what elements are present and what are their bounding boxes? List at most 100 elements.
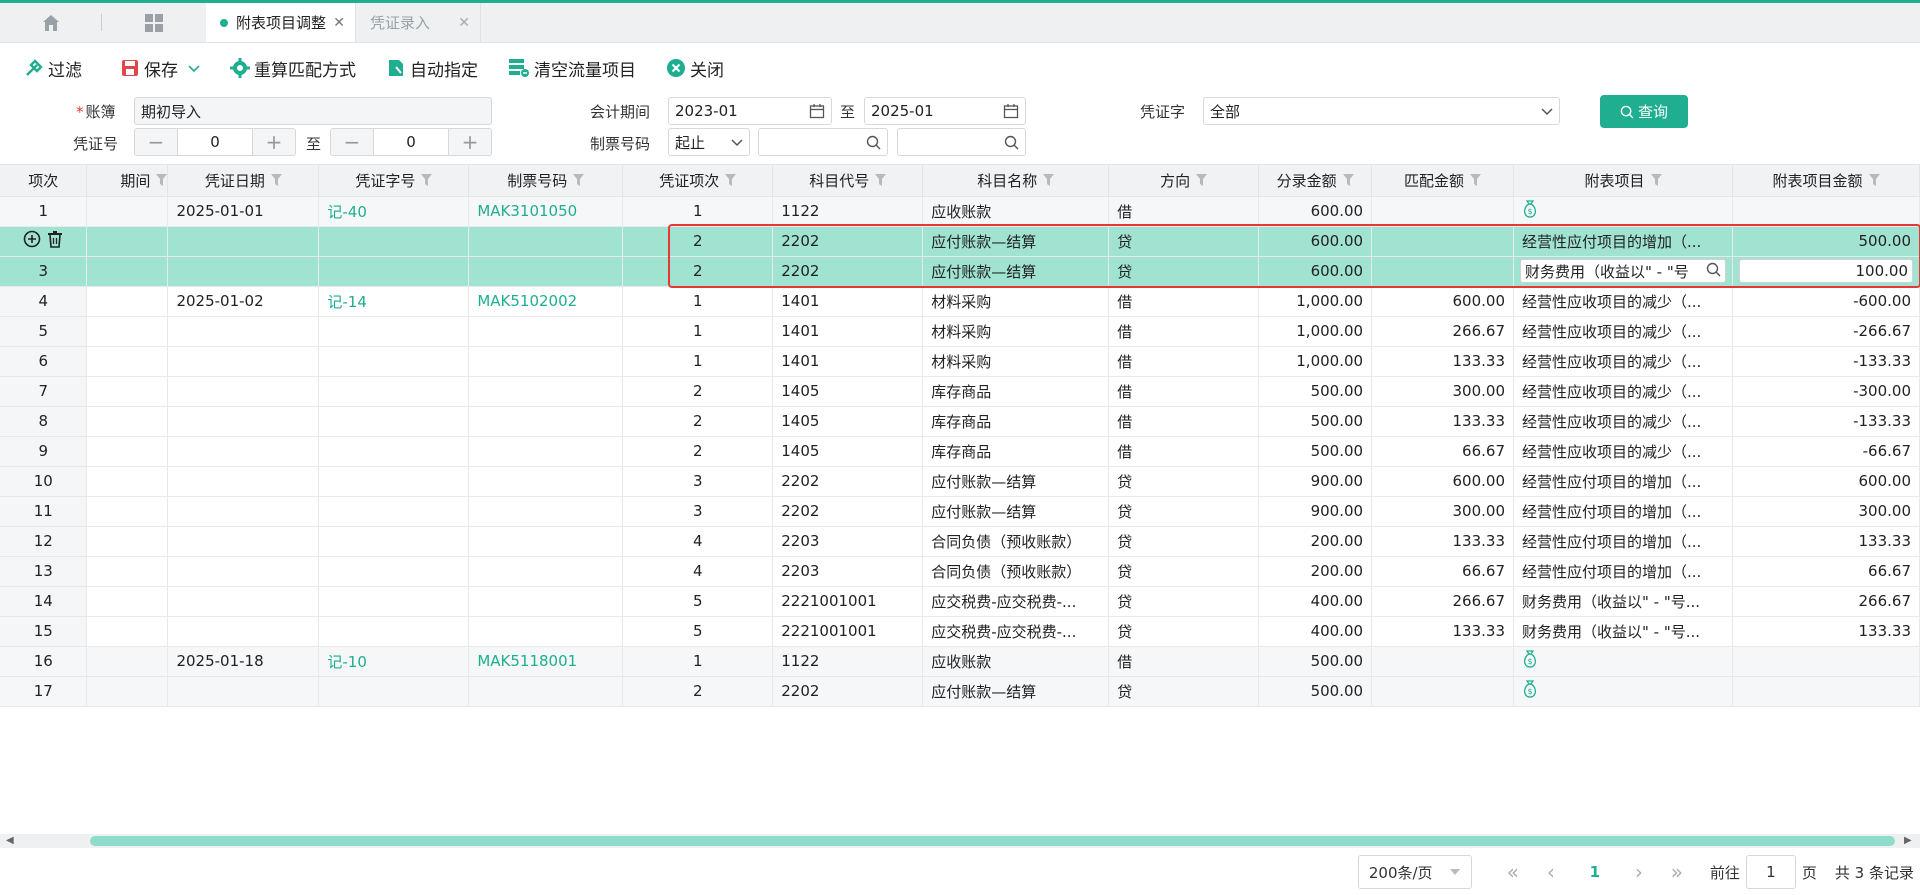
cell-proj[interactable]: $	[1513, 196, 1733, 227]
recalc-match-button[interactable]: 重算匹配方式	[230, 56, 356, 81]
cell-inv[interactable]	[468, 436, 624, 467]
cell-name[interactable]: 库存商品	[922, 376, 1110, 407]
cell-period[interactable]	[86, 316, 169, 347]
cell-vno[interactable]: 记-14	[318, 286, 470, 317]
cell-item[interactable]: 2	[622, 676, 774, 707]
cell-dir[interactable]: 贷	[1108, 676, 1260, 707]
cell-date[interactable]	[167, 226, 320, 257]
money-bag-icon[interactable]: $	[1522, 650, 1538, 672]
cell-pamt[interactable]: -600.00	[1732, 286, 1920, 317]
cell-dir[interactable]: 贷	[1108, 466, 1260, 497]
cell-vno[interactable]	[318, 316, 470, 347]
cell-code[interactable]: 2203	[772, 556, 924, 587]
cell-date[interactable]	[167, 466, 320, 497]
column-header[interactable]: 科目代号	[772, 165, 924, 197]
table-row[interactable]: 9 2 1405 库存商品借 500.00 66.67 经营性应收项目的减少（... -66.…	[0, 436, 1920, 467]
cell-period[interactable]	[86, 256, 169, 287]
column-header[interactable]: 附表项目金额	[1732, 165, 1920, 197]
voucher-word-select[interactable]: 全部	[1203, 97, 1560, 125]
ledger-field[interactable]: 期初导入	[134, 97, 492, 125]
column-filter-icon[interactable]	[725, 172, 737, 190]
cell-item[interactable]: 3	[622, 466, 774, 497]
cell-item[interactable]: 1	[622, 286, 774, 317]
cell-name[interactable]: 库存商品	[922, 436, 1110, 467]
search-icon[interactable]	[1004, 135, 1019, 150]
cell-inv[interactable]: MAK5118001	[468, 646, 624, 677]
table-row[interactable]: 10 3 2202 应付账款—结算贷 900.00 600.00 经营性应付项目的增加（..…	[0, 466, 1920, 497]
cell-idx[interactable]: 11	[0, 496, 88, 527]
cell-date[interactable]	[167, 526, 320, 557]
cell-match[interactable]	[1371, 256, 1514, 287]
cell-code[interactable]: 2221001001	[772, 616, 924, 647]
cell-match[interactable]: 266.67	[1371, 586, 1514, 617]
cell-pamt[interactable]: 133.33	[1732, 526, 1920, 557]
cell-period[interactable]	[86, 286, 169, 317]
cell-dir[interactable]: 贷	[1108, 526, 1260, 557]
scroll-right-icon[interactable]: ▶	[1904, 835, 1912, 846]
cell-vno[interactable]	[318, 616, 470, 647]
column-header[interactable]: 期间	[86, 165, 169, 197]
cell-period[interactable]	[86, 376, 169, 407]
cell-match[interactable]	[1371, 226, 1514, 257]
cell-date[interactable]	[167, 406, 320, 437]
cell-vno[interactable]	[318, 586, 470, 617]
first-page-icon[interactable]: «	[1494, 860, 1532, 884]
cell-pamt[interactable]	[1732, 646, 1920, 677]
cell-amt[interactable]: 200.00	[1258, 556, 1373, 587]
cell-dir[interactable]: 借	[1108, 436, 1260, 467]
cell-item[interactable]: 3	[622, 496, 774, 527]
cell-name[interactable]: 库存商品	[922, 406, 1110, 437]
cell-dir[interactable]: 借	[1108, 646, 1260, 677]
cell-inv[interactable]: MAK5102002	[468, 286, 624, 317]
cell-match[interactable]: 66.67	[1371, 556, 1514, 587]
cell-amt[interactable]: 900.00	[1258, 466, 1373, 497]
cell-idx[interactable]: 16	[0, 646, 88, 677]
cell-period[interactable]	[86, 526, 169, 557]
cell-dir[interactable]: 贷	[1108, 586, 1260, 617]
cell-idx[interactable]: 5	[0, 316, 88, 347]
cell-code[interactable]: 1122	[772, 646, 924, 677]
cell-proj[interactable]: 财务费用（收益以" - "号	[1513, 256, 1733, 287]
cell-pamt[interactable]: 500.00	[1732, 226, 1920, 257]
cell-code[interactable]: 1401	[772, 346, 924, 377]
cell-pamt[interactable]	[1732, 676, 1920, 707]
cell-inv[interactable]	[468, 526, 624, 557]
cell-amt[interactable]: 600.00	[1258, 256, 1373, 287]
cell-period[interactable]	[86, 406, 169, 437]
cell-pamt[interactable]: 600.00	[1732, 466, 1920, 497]
next-page-icon[interactable]: ›	[1620, 860, 1658, 884]
cell-pamt[interactable]	[1732, 196, 1920, 227]
column-header[interactable]: 匹配金额	[1371, 165, 1514, 197]
filter-button[interactable]: 过滤	[24, 56, 82, 81]
cell-period[interactable]	[86, 496, 169, 527]
tab-attached-item-adjust[interactable]: 附表项目调整 ✕	[206, 3, 356, 42]
cell-name[interactable]: 应交税费-应交税费-...	[922, 586, 1110, 617]
column-filter-icon[interactable]	[1043, 172, 1055, 190]
column-header[interactable]: 附表项目	[1513, 165, 1733, 197]
table-row[interactable]: 17 2 2202 应付账款—结算贷 500.00 $	[0, 676, 1920, 707]
cell-match[interactable]	[1371, 676, 1514, 707]
cell-amt[interactable]: 500.00	[1258, 406, 1373, 437]
cell-date[interactable]	[167, 496, 320, 527]
cell-name[interactable]: 合同负债（预收账款）	[922, 556, 1110, 587]
cell-code[interactable]: 1401	[772, 286, 924, 317]
cell-proj[interactable]: 经营性应收项目的减少（...	[1513, 436, 1733, 467]
cell-period[interactable]	[86, 436, 169, 467]
cell-period[interactable]	[86, 646, 169, 677]
column-filter-icon[interactable]	[1470, 172, 1482, 190]
cell-inv[interactable]	[468, 316, 624, 347]
voucher-no-from-stepper[interactable]: − 0 +	[134, 128, 296, 156]
cell-inv[interactable]	[468, 496, 624, 527]
cell-inv[interactable]: MAK3101050	[468, 196, 624, 227]
period-from-field[interactable]: 2023-01	[668, 97, 832, 125]
cell-vno[interactable]	[318, 556, 470, 587]
home-icon[interactable]	[0, 3, 101, 42]
cell-date[interactable]	[167, 676, 320, 707]
cell-amt[interactable]: 500.00	[1258, 676, 1373, 707]
cell-code[interactable]: 1405	[772, 376, 924, 407]
cell-vno[interactable]	[318, 526, 470, 557]
cell-dir[interactable]: 借	[1108, 196, 1260, 227]
column-filter-icon[interactable]	[156, 172, 167, 190]
cell-match[interactable]: 300.00	[1371, 376, 1514, 407]
cell-proj[interactable]: 经营性应付项目的增加（...	[1513, 466, 1733, 497]
